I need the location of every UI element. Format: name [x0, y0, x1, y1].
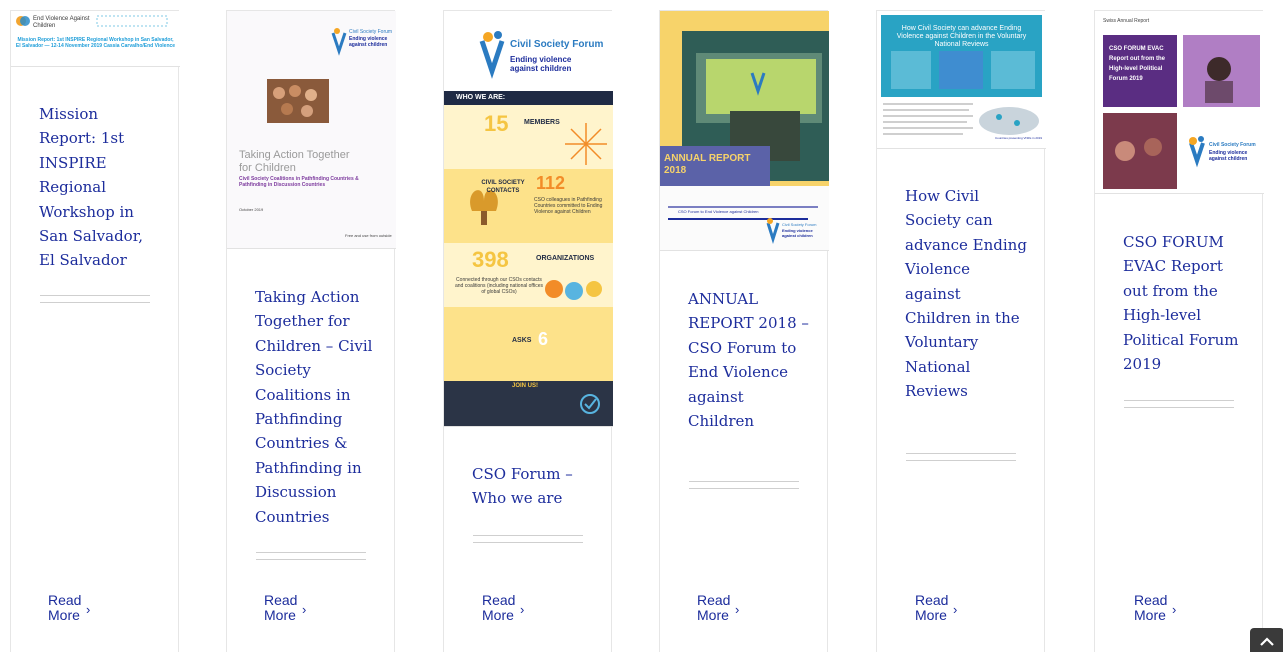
thumbnail-org-number: 398 [472, 247, 509, 272]
thumbnail-members-label: MEMBERS [524, 119, 560, 126]
read-more-link[interactable]: Read More › [264, 593, 307, 623]
chevron-right-icon: › [86, 602, 91, 617]
thumbnail-footer: Free and use from outside [345, 233, 392, 238]
article-title-link[interactable]: How Civil Society can advance Ending Vio… [905, 184, 1029, 404]
article-title-link[interactable]: ANNUAL REPORT 2018 – CSO Forum to End Vi… [688, 287, 812, 433]
read-more-link[interactable]: Read More › [915, 593, 958, 623]
infographic-graphic [444, 11, 613, 426]
thumbnail-banner: ANNUAL REPORT 2018 [664, 153, 751, 176]
read-more-link[interactable]: Read More › [697, 593, 740, 623]
divider [473, 535, 583, 543]
thumbnail-members-number: 15 [484, 111, 509, 136]
card-thumbnail[interactable]: End Violence Against Children Mission Re… [11, 11, 180, 67]
thumbnail-logo-line2: Ending violence against children [510, 55, 572, 73]
thumbnail-contacts-label: CIVIL SOCIETY CONTACTS [481, 180, 525, 194]
chevron-right-icon: › [520, 602, 525, 617]
thumbnail-logo-text: End Violence Against Children [33, 16, 90, 29]
card-thumbnail[interactable]: Civil Society Forum Ending violence agai… [444, 11, 613, 427]
chevron-right-icon: › [302, 602, 307, 617]
divider [40, 295, 150, 303]
thumbnail-org-text: Connected through our CSOs contacts and … [454, 277, 544, 295]
card-thumbnail[interactable]: How Civil Society can advance Ending Vio… [877, 11, 1046, 149]
chevron-right-icon: › [953, 602, 958, 617]
article-title-link[interactable]: Mission Report: 1st INSPIRE Regional Wor… [39, 102, 159, 273]
thumbnail-logo-line1: Civil Society Forum [349, 29, 393, 35]
thumbnail-subheading: Civil Society Coalitions in Pathfinding … [239, 176, 359, 188]
read-more-link[interactable]: Read More › [482, 593, 525, 623]
article-card-taking-action: Civil Society Forum Ending violence agai… [226, 10, 396, 652]
annual-report-cover [660, 11, 829, 250]
article-card-annual-report-2018: ANNUAL REPORT 2018 CSO Forum to End Viol… [659, 10, 829, 652]
thumbnail-date: October 2019 [239, 207, 264, 212]
article-card-how-civil-society: How Civil Society can advance Ending Vio… [876, 10, 1046, 652]
card-thumbnail[interactable]: Swiss Annual Report CSO FORUM EVAC Repor… [1095, 11, 1264, 194]
chevron-up-icon [1260, 637, 1274, 646]
divider [1124, 400, 1234, 408]
thumbnail-join: JOIN US! [512, 383, 539, 389]
hlpf-report-cover [1103, 35, 1260, 189]
thumbnail-logo-line1: Civil Society Forum [510, 39, 604, 50]
thumbnail-heading: Taking Action Together for Children [239, 149, 350, 174]
card-thumbnail[interactable]: Civil Society Forum Ending violence agai… [227, 11, 396, 249]
article-title-link[interactable]: Taking Action Together for Children – Ci… [255, 285, 379, 529]
read-more-link[interactable]: Read More › [1134, 593, 1177, 623]
thumbnail-logo-line2: Ending violence against children [1209, 150, 1248, 162]
article-title-link[interactable]: CSO Forum – Who we are [472, 462, 592, 511]
thumbnail-who-heading: WHO WE ARE: [456, 94, 506, 101]
article-card-mission-report: End Violence Against Children Mission Re… [10, 10, 180, 652]
thumbnail-asks-label: ASKS [512, 337, 532, 344]
divider [256, 552, 366, 560]
divider [689, 481, 799, 489]
article-title-link[interactable]: CSO FORUM EVAC Report out from the High-… [1123, 230, 1247, 376]
thumbnail-logo-line2: Ending violence against children [349, 36, 388, 48]
thumbnail-org-label: ORGANIZATIONS [536, 255, 595, 262]
thumbnail-asks-number: 6 [538, 329, 549, 349]
thumbnail-overlay-text: CSO FORUM EVAC Report out from the High-… [1109, 46, 1165, 82]
thumbnail-logo-line1: Civil Society Forum [1209, 142, 1256, 148]
thumbnail-contacts-text: CSO colleagues in Pathfinding Countries … [534, 197, 603, 215]
article-card-cso-forum-who-we-are: Civil Society Forum Ending violence agai… [443, 10, 613, 652]
thumbnail-contacts-number: 112 [536, 173, 566, 193]
card-thumbnail[interactable]: ANNUAL REPORT 2018 CSO Forum to End Viol… [660, 11, 829, 251]
scroll-to-top-button[interactable] [1250, 628, 1283, 652]
thumbnail-caption: Mission Report: 1st INSPIRE Regional Wor… [15, 37, 176, 49]
thumbnail-top-label: Swiss Annual Report [1103, 18, 1150, 24]
thumbnail-logo-line1: Civil Society Forum [782, 222, 817, 227]
chevron-right-icon: › [735, 602, 740, 617]
divider [906, 453, 1016, 461]
thumbnail-logo-line2: Ending violence against children [782, 228, 813, 238]
article-card-cso-forum-evac-report: Swiss Annual Report CSO FORUM EVAC Repor… [1094, 10, 1264, 652]
thumbnail-bottom-text: CSO Forum to End Violence against Childr… [678, 209, 759, 214]
thumbnail-legend: Countries presenting VNRs in 2019 [995, 136, 1043, 140]
thumbnail-heading: How Civil Society can advance Ending Vio… [896, 25, 1027, 48]
read-more-link[interactable]: Read More › [48, 593, 91, 623]
chevron-right-icon: › [1172, 602, 1177, 617]
